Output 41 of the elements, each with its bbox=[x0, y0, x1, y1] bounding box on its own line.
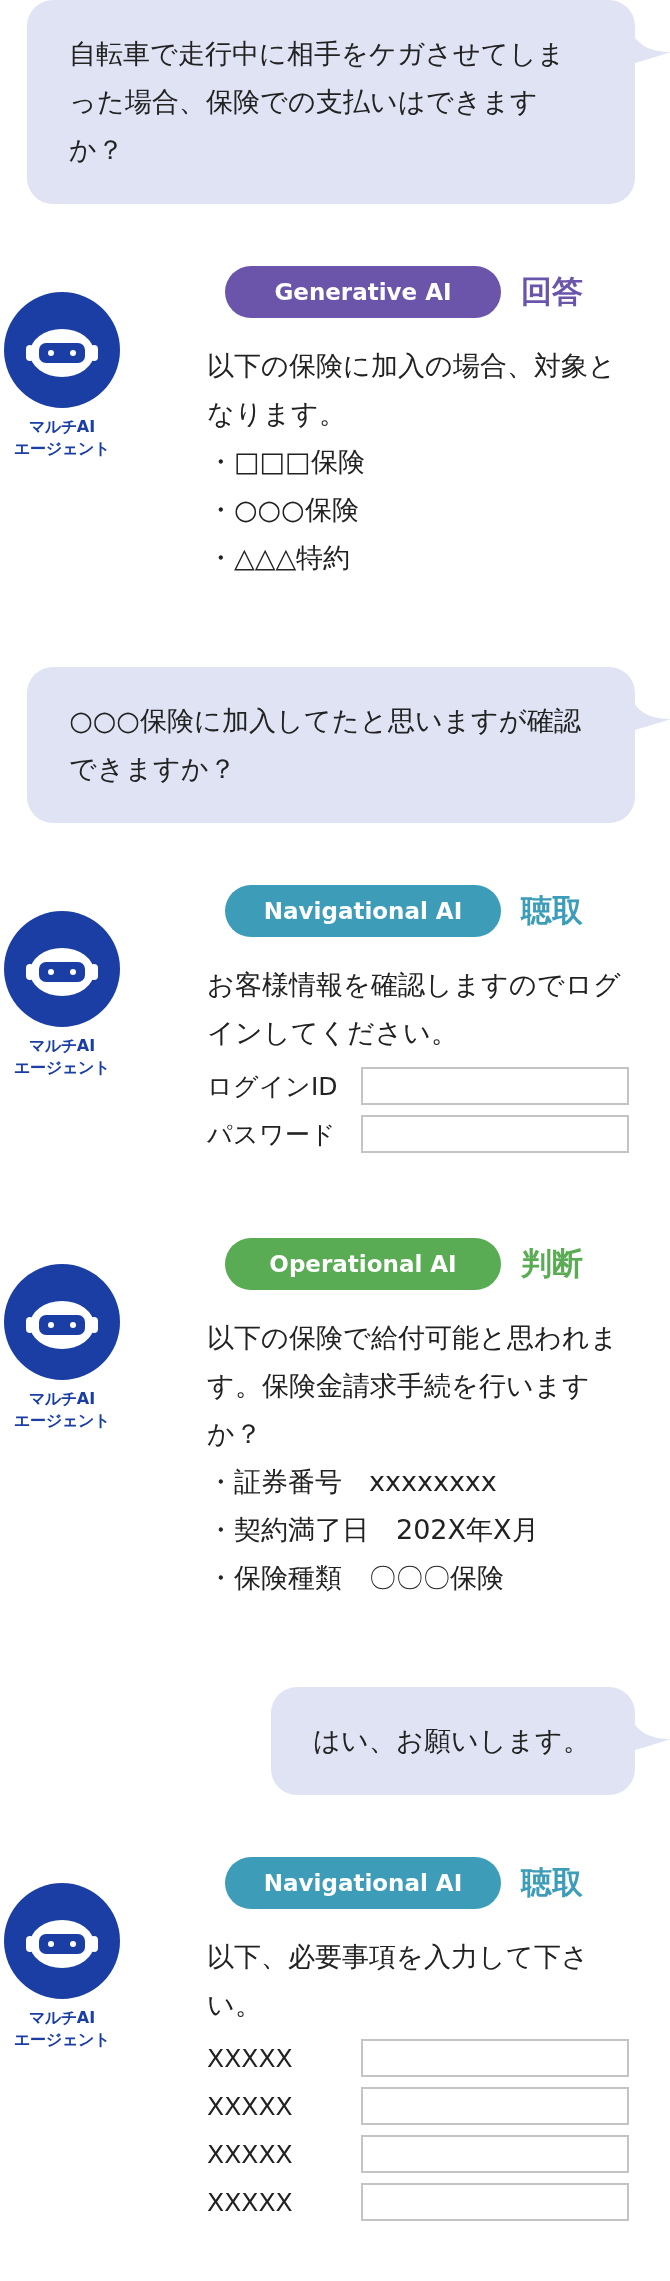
robot-avatar-icon bbox=[4, 911, 120, 1027]
input-field[interactable] bbox=[361, 2135, 629, 2173]
ai-type-badge: Generative AI bbox=[225, 266, 501, 318]
agent-message: 以下の保険で給付可能と思われます。保険金請求手続を行いますか？ bbox=[207, 1321, 619, 1451]
input-field[interactable] bbox=[361, 2039, 629, 2077]
mode-label: 聴取 bbox=[521, 891, 583, 930]
list-item: ・契約満了日 202X年X月 bbox=[207, 1513, 540, 1547]
input-field[interactable] bbox=[361, 2183, 629, 2221]
field-label: パスワード bbox=[207, 1118, 337, 1151]
mode-label: 回答 bbox=[521, 272, 583, 311]
robot-avatar-icon bbox=[4, 1264, 120, 1380]
mode-label: 聴取 bbox=[521, 1863, 583, 1902]
field-label: XXXXX bbox=[207, 2187, 294, 2217]
input-field[interactable] bbox=[361, 1067, 629, 1105]
ai-type-badge: Navigational AI bbox=[225, 1857, 501, 1909]
user-message: 自転車で走行中に相手をケガさせてしまった場合、保険での支払いはできますか？ bbox=[27, 0, 635, 204]
agent-message: お客様情報を確認しますのでログインしてください。 bbox=[207, 968, 622, 1050]
agent-message: 以下の保険に加入の場合、対象となります。 bbox=[207, 349, 617, 431]
agent-name: マルチAI エージェント bbox=[13, 2007, 111, 2051]
input-field[interactable] bbox=[361, 2087, 629, 2125]
robot-avatar-icon bbox=[4, 292, 120, 408]
input-field[interactable] bbox=[361, 1115, 629, 1153]
field-label: ログインID bbox=[207, 1070, 339, 1103]
user-message: ○○○保険に加入してたと思いますが確認できますか？ bbox=[27, 667, 635, 823]
agent-name: マルチAI エージェント bbox=[13, 1388, 111, 1432]
list-item: ・証券番号 xxxxxxxx bbox=[207, 1465, 498, 1499]
ai-type-badge: Navigational AI bbox=[225, 885, 501, 937]
field-label: XXXXX bbox=[207, 2139, 294, 2169]
field-label: XXXXX bbox=[207, 2091, 294, 2121]
agent-name: マルチAI エージェント bbox=[13, 416, 111, 460]
user-message: はい、お願いします。 bbox=[271, 1687, 635, 1795]
ai-type-badge: Operational AI bbox=[225, 1238, 501, 1290]
list-item: ・保険種類 〇〇〇保険 bbox=[207, 1561, 505, 1595]
field-label: XXXXX bbox=[207, 2043, 294, 2073]
list-item: ・○○○保険 bbox=[207, 493, 360, 527]
agent-name: マルチAI エージェント bbox=[13, 1035, 111, 1079]
list-item: ・△△△特約 bbox=[207, 541, 352, 575]
list-item: ・□□□保険 bbox=[207, 445, 366, 479]
robot-avatar-icon bbox=[4, 1883, 120, 1999]
mode-label: 判断 bbox=[521, 1244, 583, 1283]
agent-message: 以下、必要事項を入力して下さい。 bbox=[207, 1940, 590, 2022]
